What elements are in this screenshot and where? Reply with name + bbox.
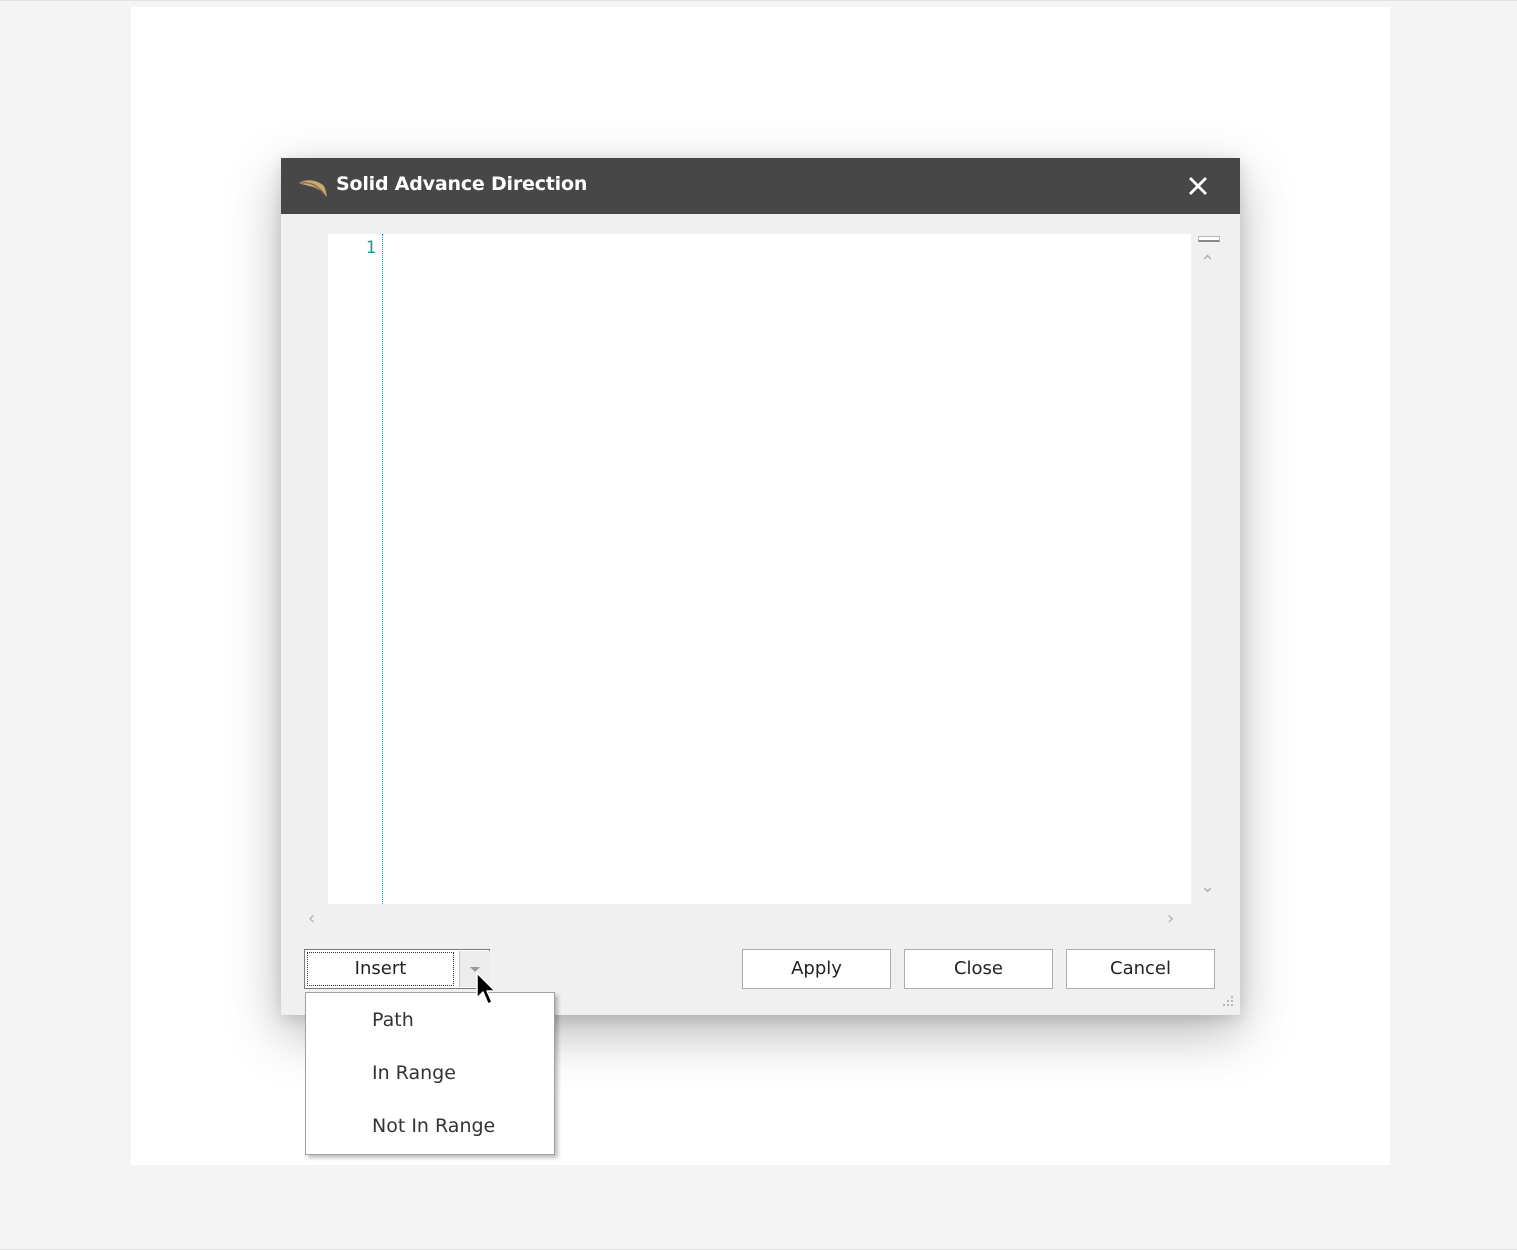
page: Solid Advance Direction 1 ⌃ ⌄ ‹ › Insert… <box>0 0 1517 1250</box>
chevron-right-icon[interactable]: › <box>1167 910 1174 928</box>
menu-item-not-in-range[interactable]: Not In Range <box>306 1101 554 1151</box>
code-editor[interactable]: 1 <box>328 234 1191 904</box>
gutter-separator <box>382 234 383 904</box>
chevron-up-icon[interactable]: ⌃ <box>1200 254 1215 272</box>
chevron-down-icon[interactable]: ⌄ <box>1200 878 1215 896</box>
dialog-title: Solid Advance Direction <box>336 173 588 195</box>
insert-split-button[interactable]: Insert <box>304 949 490 989</box>
insert-button[interactable]: Insert <box>307 952 454 986</box>
resize-grip-icon[interactable] <box>1219 994 1237 1012</box>
vertical-scrollbar[interactable]: ⌃ ⌄ <box>1191 234 1221 904</box>
solid-advance-direction-dialog: Solid Advance Direction 1 ⌃ ⌄ ‹ › Insert… <box>281 158 1240 1015</box>
apply-button[interactable]: Apply <box>742 949 891 989</box>
cancel-button[interactable]: Cancel <box>1066 949 1215 989</box>
close-button[interactable]: Close <box>904 949 1053 989</box>
menu-item-path[interactable]: Path <box>306 995 554 1045</box>
insert-dropdown-menu: Path In Range Not In Range <box>305 992 555 1155</box>
caret-down-icon <box>470 967 480 972</box>
menu-item-in-range[interactable]: In Range <box>306 1048 554 1098</box>
split-handle[interactable] <box>1198 236 1220 242</box>
feather-icon <box>299 180 327 197</box>
line-number: 1 <box>365 238 376 258</box>
insert-dropdown-toggle[interactable] <box>459 951 490 987</box>
dialog-titlebar[interactable]: Solid Advance Direction <box>281 158 1240 214</box>
close-icon[interactable] <box>1186 174 1210 198</box>
chevron-left-icon[interactable]: ‹ <box>308 910 315 928</box>
